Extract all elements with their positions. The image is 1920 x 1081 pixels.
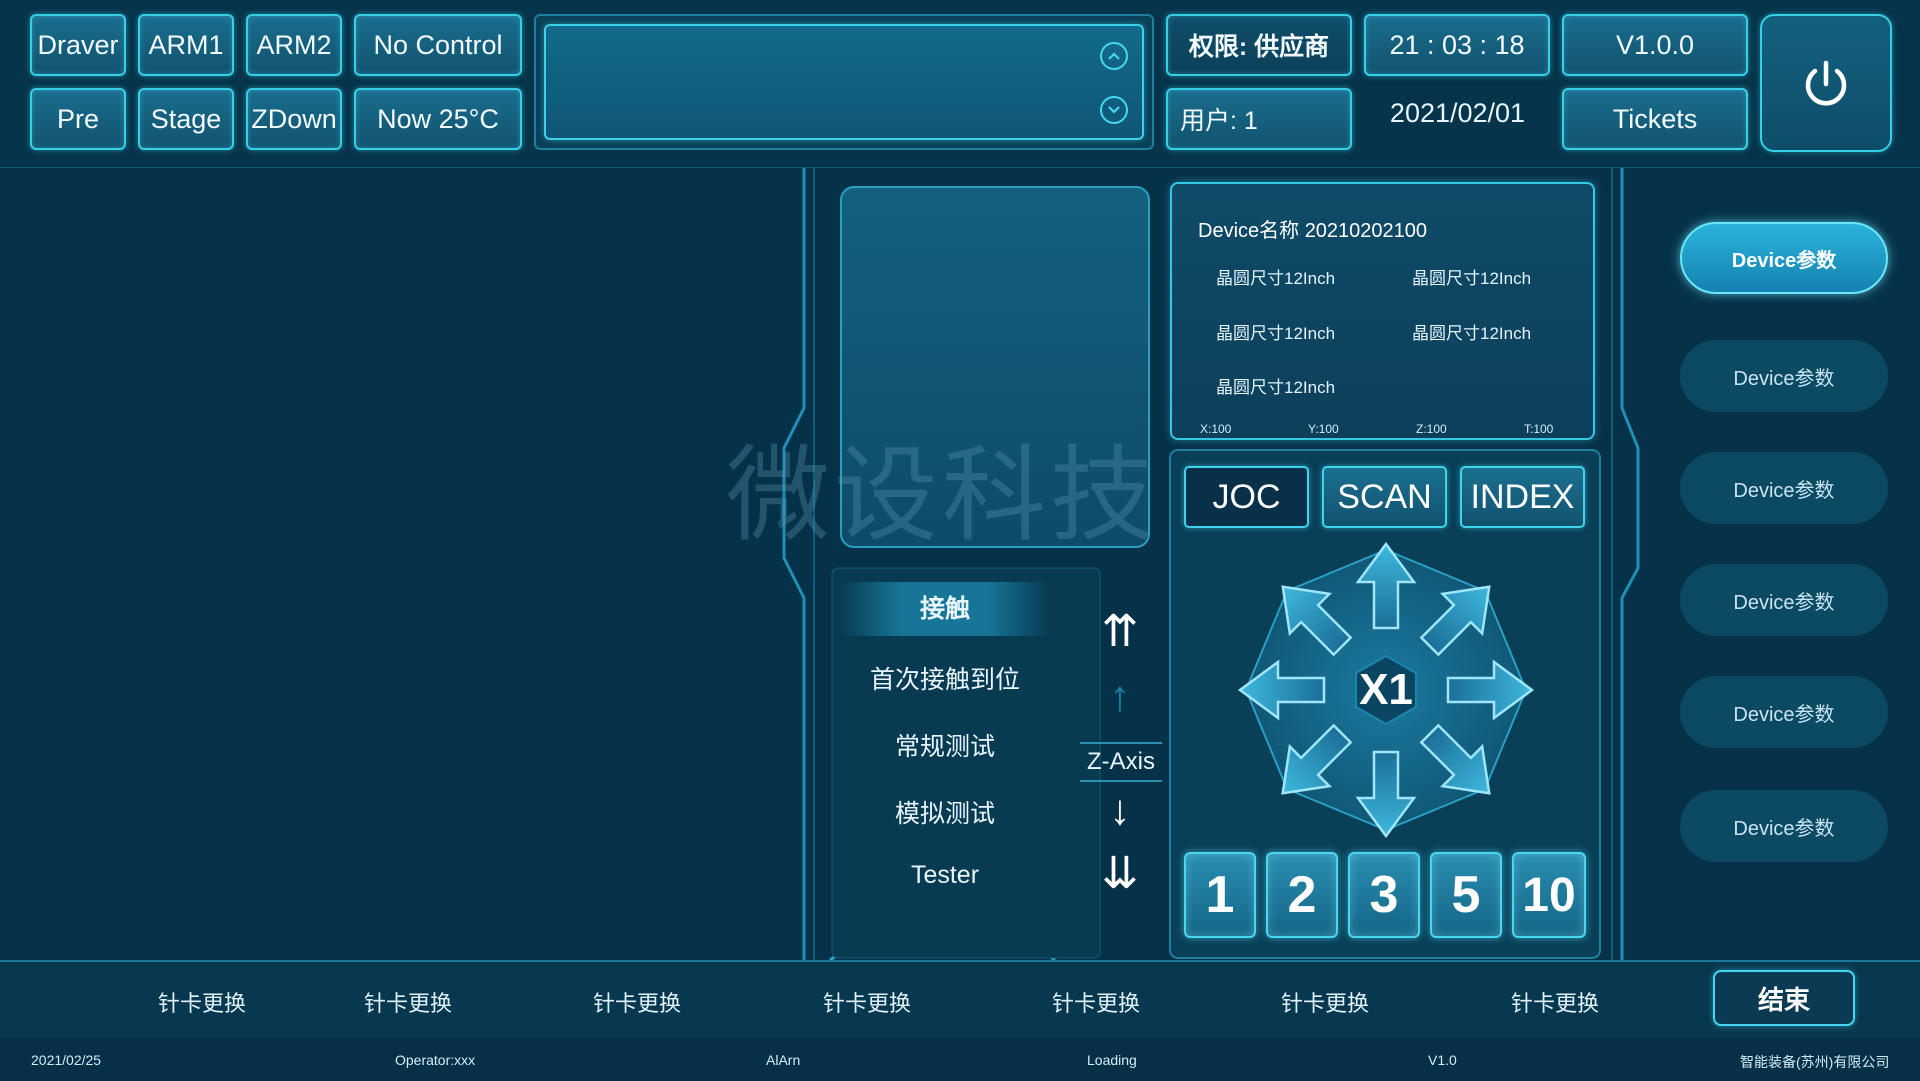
device-param-button-1[interactable]: Device参数 — [1680, 222, 1888, 294]
axis-x-value: X:100 — [1200, 422, 1232, 436]
temperature-button[interactable]: Now 25°C — [354, 88, 522, 150]
clock-display: 21 : 03 : 18 — [1364, 14, 1550, 76]
scroll-down-icon[interactable] — [1100, 96, 1128, 124]
z-down-icon[interactable]: ↓ — [1080, 786, 1160, 834]
power-icon — [1805, 60, 1847, 106]
z-fast-down-icon[interactable]: ⇊ — [1080, 848, 1160, 899]
joc-mode-button[interactable]: JOC — [1184, 466, 1309, 528]
probe-card-change-1[interactable]: 针卡更换 — [158, 986, 246, 1018]
message-box — [534, 14, 1154, 150]
date-display: 2021/02/01 — [1389, 98, 1526, 128]
version-button[interactable]: V1.0.0 — [1562, 14, 1748, 76]
device-param-button-5[interactable]: Device参数 — [1680, 676, 1888, 748]
touch-item-simulate-test[interactable]: 模拟测试 — [840, 794, 1050, 830]
probe-card-change-6[interactable]: 针卡更换 — [1281, 986, 1369, 1018]
probe-card-change-5[interactable]: 针卡更换 — [1052, 986, 1140, 1018]
direction-pad[interactable]: X1 — [1236, 540, 1536, 840]
index-mode-button[interactable]: INDEX — [1460, 466, 1585, 528]
axis-y-value: Y:100 — [1308, 422, 1339, 436]
no-control-button[interactable]: No Control — [354, 14, 522, 76]
status-operator: Operator:xxx — [395, 1052, 476, 1068]
device-spec: 晶圆尺寸12Inch — [1412, 269, 1532, 288]
probe-card-change-3[interactable]: 针卡更换 — [593, 986, 681, 1018]
device-spec: 晶圆尺寸12Inch — [1412, 324, 1532, 343]
status-alarm: AlArn — [766, 1052, 801, 1068]
watermark: 微设科技 — [726, 434, 1159, 556]
speed-3-button[interactable]: 3 — [1348, 852, 1420, 938]
device-spec: 晶圆尺寸12Inch — [1216, 324, 1336, 343]
z-fast-up-icon[interactable]: ⇈ — [1080, 606, 1160, 657]
device-param-button-4[interactable]: Device参数 — [1680, 564, 1888, 636]
bottom-toolbar — [0, 960, 1920, 1037]
scroll-up-icon[interactable] — [1100, 42, 1128, 70]
speed-1-button[interactable]: 1 — [1184, 852, 1256, 938]
device-title: Device名称 20210202100 — [1198, 220, 1428, 242]
tickets-button[interactable]: Tickets — [1562, 88, 1748, 150]
joystick-center-label: X1 — [1359, 665, 1413, 714]
status-version: V1.0 — [1428, 1052, 1457, 1068]
touch-item-tester[interactable]: Tester — [840, 861, 1050, 890]
draver-button[interactable]: Draver — [30, 14, 126, 76]
power-button[interactable] — [1760, 14, 1892, 152]
z-axis-label: Z-Axis — [1080, 742, 1162, 782]
end-button[interactable]: 结束 — [1713, 970, 1855, 1026]
status-company: 智能装备(苏州)有限公司 — [1740, 1054, 1890, 1070]
zdown-button[interactable]: ZDown — [246, 88, 342, 150]
probe-card-change-2[interactable]: 针卡更换 — [364, 986, 452, 1018]
touch-item-first-contact[interactable]: 首次接触到位 — [840, 660, 1050, 696]
status-date: 2021/02/25 — [31, 1052, 102, 1068]
device-param-button-3[interactable]: Device参数 — [1680, 452, 1888, 524]
status-bar — [0, 1037, 1920, 1081]
device-spec: 晶圆尺寸12Inch — [1216, 269, 1336, 288]
probe-card-change-4[interactable]: 针卡更换 — [823, 986, 911, 1018]
touch-item-normal-test[interactable]: 常规测试 — [840, 727, 1050, 763]
device-info-card: Device名称 20210202100 晶圆尺寸12Inch 晶圆尺寸12In… — [1170, 182, 1595, 440]
touch-item-contact[interactable]: 接触 — [840, 582, 1050, 636]
speed-5-button[interactable]: 5 — [1430, 852, 1502, 938]
device-param-button-6[interactable]: Device参数 — [1680, 790, 1888, 862]
user-display: 用户: 1 — [1166, 88, 1352, 150]
speed-2-button[interactable]: 2 — [1266, 852, 1338, 938]
pre-button[interactable]: Pre — [30, 88, 126, 150]
status-loading: Loading — [1087, 1052, 1137, 1068]
axis-z-value: Z:100 — [1416, 422, 1447, 436]
scan-mode-button[interactable]: SCAN — [1322, 466, 1447, 528]
arm2-button[interactable]: ARM2 — [246, 14, 342, 76]
stage-button[interactable]: Stage — [138, 88, 234, 150]
device-spec: 晶圆尺寸12Inch — [1216, 378, 1336, 397]
speed-10-button[interactable]: 10 — [1512, 852, 1586, 938]
arm1-button[interactable]: ARM1 — [138, 14, 234, 76]
axis-t-value: T:100 — [1524, 422, 1554, 436]
z-up-icon[interactable]: ↑ — [1080, 672, 1160, 720]
probe-card-change-7[interactable]: 针卡更换 — [1511, 986, 1599, 1018]
device-param-button-2[interactable]: Device参数 — [1680, 340, 1888, 412]
message-area[interactable] — [544, 24, 1144, 140]
permission-display: 权限: 供应商 — [1166, 14, 1352, 76]
